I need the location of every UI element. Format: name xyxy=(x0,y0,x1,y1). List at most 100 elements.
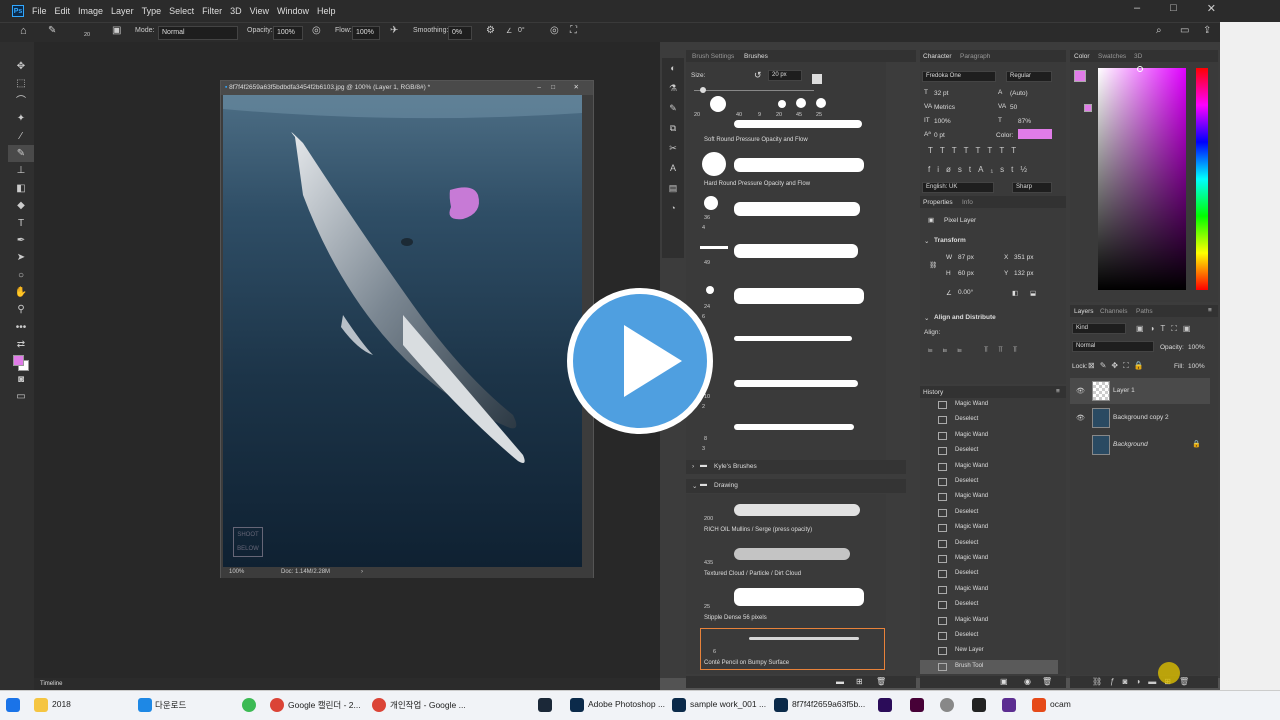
selected-brush-item[interactable]: 6 Conté Pencil on Bumpy Surface xyxy=(700,628,885,670)
doc-minimize-icon[interactable]: – xyxy=(537,81,541,95)
history-item[interactable]: Magic Wand xyxy=(955,555,988,561)
font-style-select[interactable]: Regular xyxy=(1006,71,1052,82)
after-effects-icon[interactable] xyxy=(878,698,892,712)
play-button[interactable] xyxy=(567,288,713,434)
folder-icon[interactable] xyxy=(34,698,48,712)
hue-slider[interactable] xyxy=(1196,68,1208,290)
photoshop-icon[interactable] xyxy=(672,698,686,712)
browser-icon[interactable] xyxy=(242,698,256,712)
shape-tool-icon[interactable]: ○ xyxy=(8,267,34,284)
whale-photo[interactable]: SHOOT BELOW xyxy=(223,95,582,567)
xd-icon[interactable] xyxy=(910,698,924,712)
link-icon[interactable]: ⛓ xyxy=(929,261,937,269)
size-slider-thumb[interactable] xyxy=(700,87,706,93)
menu-filter[interactable]: Filter xyxy=(202,6,222,16)
layer-filter-select[interactable]: Kind xyxy=(1072,323,1126,334)
tab-character[interactable]: Character xyxy=(923,53,952,60)
paint-bucket-tool-icon[interactable]: ◆ xyxy=(8,197,34,214)
taskbar-item-sample-work[interactable]: sample work_001 ... xyxy=(690,699,766,709)
download-icon[interactable] xyxy=(138,698,152,712)
tab-paragraph[interactable]: Paragraph xyxy=(960,53,990,60)
foreground-color-swatch[interactable] xyxy=(1074,70,1086,82)
airbrush-icon[interactable]: ✈ xyxy=(390,25,398,36)
steam-icon[interactable] xyxy=(538,698,552,712)
layer-row[interactable]: 👁 Background copy 2 xyxy=(1070,405,1210,431)
quick-mask-icon[interactable]: ◙ xyxy=(8,371,34,388)
layer-filter-icons[interactable]: ▣◑T⛶▣ xyxy=(1136,324,1196,334)
layer-opacity-field[interactable]: 100% xyxy=(1188,344,1205,351)
tab-channels[interactable]: Channels xyxy=(1100,308,1127,315)
text-color-swatch[interactable] xyxy=(1018,129,1052,139)
new-document-icon[interactable]: ▣ xyxy=(1000,677,1008,686)
zoom-level[interactable]: 100% xyxy=(229,567,244,578)
color-saturation-field[interactable] xyxy=(1098,68,1186,290)
chevron-right-icon[interactable]: › xyxy=(692,463,694,470)
brush-settings-panel-icon[interactable]: ✎ xyxy=(662,98,684,118)
brush-name[interactable]: Textured Cloud / Particle / Dirt Cloud xyxy=(704,571,801,577)
font-size-field[interactable]: 32 pt xyxy=(934,90,948,97)
brush-tool-icon[interactable]: ✎ xyxy=(8,144,34,163)
kerning-field[interactable]: Metrics xyxy=(934,104,955,111)
layer-name[interactable]: Background xyxy=(1113,441,1148,448)
menu-type[interactable]: Type xyxy=(142,6,162,16)
taskbar-item-2018[interactable]: 2018 xyxy=(52,699,71,709)
swap-colors-icon[interactable]: ⇄ xyxy=(8,336,34,353)
history-item[interactable]: Magic Wand xyxy=(955,586,988,592)
marquee-tool-icon[interactable]: ⬚ xyxy=(8,75,34,92)
tab-brush-settings[interactable]: Brush Settings xyxy=(692,53,734,60)
eye-icon[interactable]: 👁 xyxy=(1076,414,1085,422)
unity-icon[interactable] xyxy=(972,698,986,712)
tab-brushes[interactable]: Brushes xyxy=(744,53,768,60)
size-slider[interactable] xyxy=(694,90,814,91)
adjust-panel-icon[interactable]: ⚗ xyxy=(662,78,684,98)
menu-layer[interactable]: Layer xyxy=(111,6,134,16)
blend-mode-select[interactable]: Normal xyxy=(1072,341,1154,352)
taskbar-item-whale-file[interactable]: 8f7f4f2659a63f5b... xyxy=(792,699,865,709)
history-item[interactable]: Magic Wand xyxy=(955,493,988,499)
menu-file[interactable]: File xyxy=(32,6,47,16)
history-item[interactable]: Deselect xyxy=(955,540,978,546)
panel-menu-icon[interactable]: ≡ xyxy=(1056,388,1060,395)
history-item[interactable]: Deselect xyxy=(955,632,978,638)
menu-window[interactable]: Window xyxy=(277,6,309,16)
pen-tool-icon[interactable]: ✒ xyxy=(8,232,34,249)
history-item[interactable]: Magic Wand xyxy=(955,524,988,530)
history-item[interactable]: Magic Wand xyxy=(955,463,988,469)
ocam-icon[interactable] xyxy=(1032,698,1046,712)
opacity-field[interactable]: 100% xyxy=(273,26,303,40)
stamp-tool-icon[interactable]: ⊥ xyxy=(8,162,34,179)
more-tools-icon[interactable]: ••• xyxy=(8,319,34,336)
taskbar-item-downloads[interactable]: 다운로드 xyxy=(155,699,186,711)
opentype-buttons[interactable]: fiøstA₁st½ xyxy=(928,165,1034,174)
align-section-title[interactable]: Align and Distribute xyxy=(934,314,996,321)
screen-mode-icon[interactable]: ▭ xyxy=(8,388,34,405)
photoshop-icon[interactable] xyxy=(570,698,584,712)
tab-paths[interactable]: Paths xyxy=(1136,308,1153,315)
tab-info[interactable]: Info xyxy=(962,199,973,206)
preset-brush-20[interactable] xyxy=(778,100,786,108)
trash-icon[interactable]: 🗑 xyxy=(876,677,886,686)
lock-icons[interactable]: ⊠✎✥⛶🔒 xyxy=(1088,361,1149,371)
photoshop-icon[interactable] xyxy=(774,698,788,712)
width-field[interactable]: 87 px xyxy=(958,254,974,261)
menu-help[interactable]: Help xyxy=(317,6,336,16)
smoothing-field[interactable]: 0% xyxy=(448,26,472,40)
chevron-down-icon[interactable]: ⌄ xyxy=(924,314,929,322)
foreground-color-swatch[interactable] xyxy=(13,354,24,366)
chrome-icon[interactable] xyxy=(372,698,386,712)
transform-section-title[interactable]: Transform xyxy=(934,237,966,244)
text-style-buttons[interactable]: TTTTTTTT xyxy=(928,146,1023,155)
pressure-size-icon[interactable]: ◎ xyxy=(550,25,559,36)
layer-name[interactable]: Background copy 2 xyxy=(1113,414,1169,421)
create-group-icon[interactable]: ▬ xyxy=(836,677,844,686)
document-title-bar[interactable]: ▪ 8f7f4f2659a63f5bdbdfa3454f2b6103.jpg @… xyxy=(221,81,593,95)
chrome-icon[interactable] xyxy=(270,698,284,712)
glyphs-panel-icon[interactable]: ▤ xyxy=(662,178,684,198)
quick-select-tool-icon[interactable]: ✦ xyxy=(8,110,34,127)
eyedropper-tool-icon[interactable]: ⁄ xyxy=(8,128,34,145)
doc-close-icon[interactable]: ✕ xyxy=(574,81,579,95)
x-field[interactable]: 351 px xyxy=(1014,254,1034,261)
history-item[interactable]: Magic Wand xyxy=(955,401,988,407)
eye-icon[interactable]: 👁 xyxy=(1076,387,1085,395)
trash-icon[interactable]: 🗑 xyxy=(1042,677,1052,686)
